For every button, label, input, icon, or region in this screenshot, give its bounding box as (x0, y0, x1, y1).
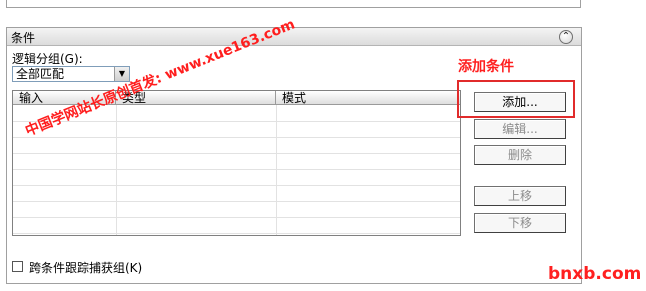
logical-grouping-label: 逻辑分组(G): (12, 52, 83, 66)
track-capture-groups-label[interactable]: 跨条件跟踪捕获组(K) (29, 259, 142, 276)
track-capture-groups-checkbox[interactable] (12, 261, 23, 272)
delete-button[interactable]: 删除 (474, 145, 566, 165)
column-divider (116, 105, 117, 235)
panel-title: 条件 (11, 31, 36, 45)
table-row (13, 201, 460, 202)
column-divider (276, 105, 277, 235)
table-row (13, 137, 460, 138)
table-row (13, 169, 460, 170)
table-row (13, 217, 460, 218)
move-down-button[interactable]: 下移 (474, 213, 566, 233)
logical-grouping-value: 全部匹配 (16, 67, 65, 81)
move-up-button[interactable]: 上移 (474, 186, 566, 206)
collapse-chevron-up-icon[interactable]: ⌃ (559, 30, 573, 44)
edit-button[interactable]: 编辑... (474, 119, 566, 139)
add-condition-callout: 添加条件 (458, 59, 514, 75)
column-header-pattern[interactable]: 模式 (276, 91, 460, 105)
table-row (13, 121, 460, 122)
add-button-highlight (457, 80, 575, 118)
table-row (13, 233, 460, 234)
site-watermark: bnxb.com (548, 264, 642, 284)
table-row (13, 185, 460, 186)
logical-grouping-select[interactable]: 全部匹配 ▼ (12, 66, 130, 82)
table-row (13, 153, 460, 154)
previous-panel-edge (6, 0, 581, 8)
